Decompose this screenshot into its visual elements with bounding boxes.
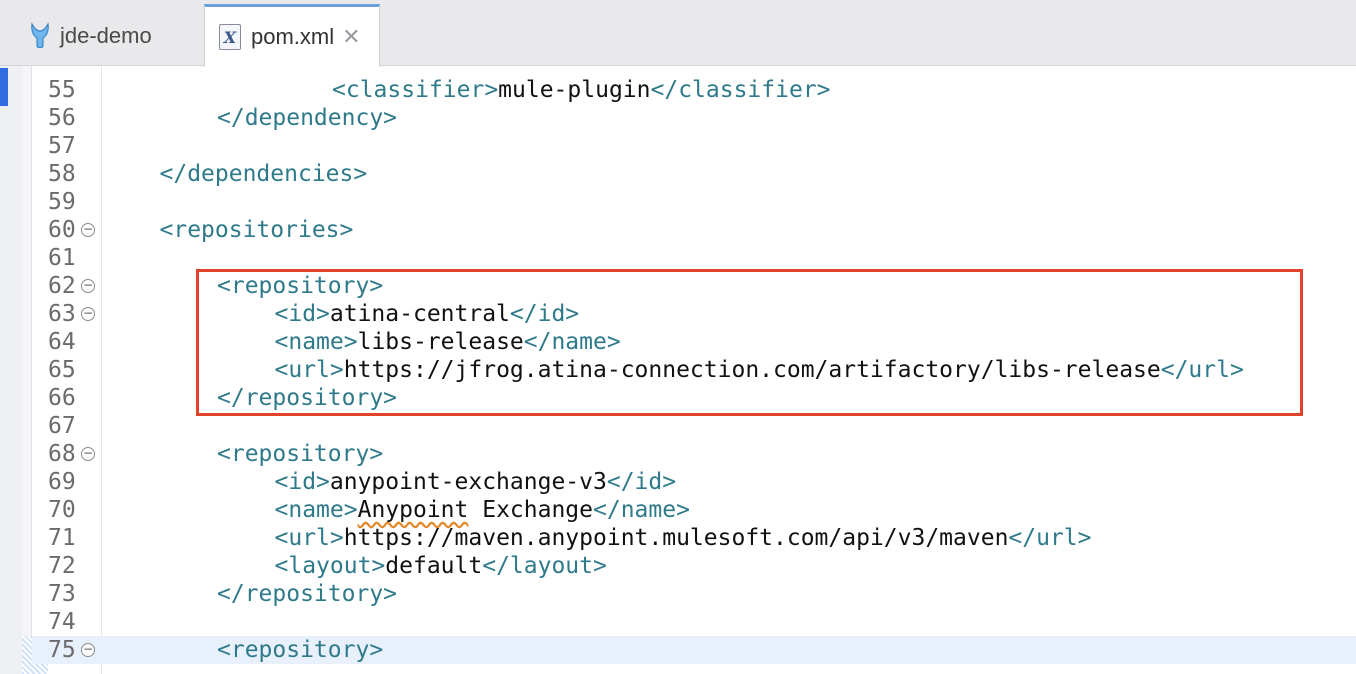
- xml-tag: </dependencies>: [159, 161, 368, 187]
- xml-tag: <id>: [274, 469, 330, 495]
- code-content: <repositories>: [160, 216, 354, 244]
- code-line[interactable]: 72 <layout>default</layout>: [32, 552, 1356, 580]
- close-icon[interactable]: ✕: [342, 24, 360, 50]
- xml-text: anypoint-exchange-v3: [329, 469, 607, 495]
- xml-tag: <repositories>: [159, 217, 354, 243]
- fold-toggle-icon[interactable]: −: [81, 279, 95, 293]
- xml-tag: </id>: [606, 469, 677, 495]
- xml-tag: </classifier>: [650, 77, 831, 103]
- xml-text: default: [385, 553, 483, 579]
- xml-tag: <repository>: [217, 441, 384, 467]
- fold-toggle-icon[interactable]: −: [81, 447, 95, 461]
- line-number: 55: [48, 77, 76, 103]
- code-line[interactable]: 61: [32, 244, 1356, 272]
- left-side-panel: [0, 66, 22, 674]
- code-content: <name>Anypoint Exchange</name>: [275, 496, 690, 524]
- code-line[interactable]: 70 <name>Anypoint Exchange</name>: [32, 496, 1356, 524]
- highlight-annotation-box: [196, 269, 1303, 416]
- xml-tag: </dependency>: [217, 105, 398, 131]
- tab-label: pom.xml: [251, 24, 335, 49]
- code-line[interactable]: 60− <repositories>: [32, 216, 1356, 244]
- mule-icon: [31, 22, 49, 49]
- line-number: 65: [48, 357, 76, 383]
- code-line[interactable]: 57: [32, 132, 1356, 160]
- line-number: 72: [48, 553, 76, 579]
- code-line[interactable]: 68− <repository>: [32, 440, 1356, 468]
- line-number: 66: [48, 385, 76, 411]
- code-content: <repository>: [217, 636, 383, 664]
- code-content: <repository>: [217, 440, 383, 468]
- code-line[interactable]: 71 <url>https://maven.anypoint.mulesoft.c…: [32, 524, 1356, 552]
- vertical-ruler: [22, 66, 32, 674]
- line-number: 71: [48, 525, 76, 551]
- line-number: 67: [48, 413, 76, 439]
- code-content: <classifier>mule-plugin</classifier>: [332, 76, 831, 104]
- xml-file-icon: X: [219, 24, 241, 50]
- code-line[interactable]: 58 </dependencies>: [32, 160, 1356, 188]
- xml-tag: </layout>: [482, 553, 607, 579]
- fold-toggle-icon[interactable]: −: [81, 223, 95, 237]
- xml-text: https://maven.anypoint.mulesoft.com/api/…: [343, 525, 1009, 551]
- code-content: </dependency>: [217, 104, 397, 132]
- code-line[interactable]: 75− <repository>: [32, 636, 1356, 664]
- code-line[interactable]: 59: [32, 188, 1356, 216]
- xml-tag: </name>: [593, 497, 690, 523]
- active-marker: [0, 68, 8, 106]
- xml-tag: <url>: [274, 525, 344, 551]
- xml-tag: </url>: [1008, 525, 1092, 551]
- code-content: </repository>: [217, 580, 397, 608]
- xml-tag: <name>: [274, 497, 358, 523]
- xml-tag: <classifier>: [332, 77, 499, 103]
- line-number: 69: [48, 469, 76, 495]
- code-line[interactable]: 67: [32, 412, 1356, 440]
- xml-tag: <layout>: [274, 553, 386, 579]
- code-line[interactable]: 56 </dependency>: [32, 104, 1356, 132]
- fold-toggle-icon[interactable]: −: [81, 643, 95, 657]
- xml-text: Exchange: [468, 497, 593, 523]
- fold-toggle-icon[interactable]: −: [81, 307, 95, 321]
- line-number: 73: [48, 581, 76, 607]
- code-line[interactable]: 73 </repository>: [32, 580, 1356, 608]
- code-content: <layout>default</layout>: [275, 552, 607, 580]
- line-number: 74: [48, 609, 76, 635]
- line-number: 64: [48, 329, 76, 355]
- tab-pom-xml[interactable]: X pom.xml ✕: [204, 4, 380, 67]
- code-content: <id>anypoint-exchange-v3</id>: [275, 468, 677, 496]
- code-line[interactable]: 55 <classifier>mule-plugin</classifier>: [32, 76, 1356, 104]
- code-content: <url>https://maven.anypoint.mulesoft.com…: [275, 524, 1092, 552]
- xml-tag: </repository>: [217, 581, 398, 607]
- line-number: 61: [48, 245, 76, 271]
- code-line[interactable]: 69 <id>anypoint-exchange-v3</id>: [32, 468, 1356, 496]
- line-number: 56: [48, 105, 76, 131]
- code-line[interactable]: 74: [32, 608, 1356, 636]
- line-number: 59: [48, 189, 76, 215]
- tab-jde-demo[interactable]: jde-demo: [28, 6, 200, 66]
- line-number: 57: [48, 133, 76, 159]
- xml-text: mule-plugin: [498, 77, 651, 103]
- code-content: </dependencies>: [160, 160, 368, 188]
- editor-tab-bar: jde-demo X pom.xml ✕: [0, 0, 1356, 67]
- tab-label: jde-demo: [60, 23, 152, 48]
- xml-text: Anypoint: [357, 497, 469, 523]
- line-number: 70: [48, 497, 76, 523]
- xml-tag: <repository>: [217, 637, 384, 663]
- line-number: 58: [48, 161, 76, 187]
